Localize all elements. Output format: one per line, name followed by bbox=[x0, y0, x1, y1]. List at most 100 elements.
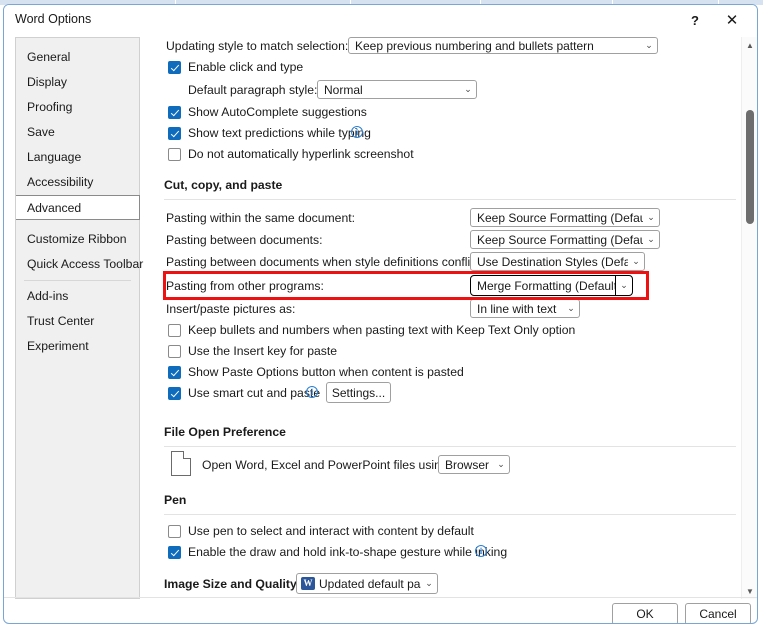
ink-to-shape-gesture-checkbox[interactable] bbox=[168, 546, 181, 559]
help-icon[interactable]: ? bbox=[680, 8, 710, 32]
scroll-up-arrow-icon[interactable]: ▲ bbox=[742, 37, 758, 53]
paste-other-programs-combobox[interactable]: Merge Formatting (Default) ⌄ bbox=[470, 275, 633, 296]
chevron-down-icon: ⌄ bbox=[421, 578, 437, 589]
updating-style-combobox[interactable]: Keep previous numbering and bullets patt… bbox=[348, 37, 658, 54]
file-open-preference-heading: File Open Preference bbox=[164, 425, 286, 439]
sidebar-item-label: Quick Access Toolbar bbox=[27, 257, 143, 271]
sidebar-item-label: Add-ins bbox=[27, 289, 68, 303]
sidebar-item-label: Customize Ribbon bbox=[27, 232, 127, 246]
insert-paste-pictures-combobox[interactable]: In line with text ⌄ bbox=[470, 299, 580, 318]
section-divider bbox=[164, 514, 736, 515]
sidebar: General Display Proofing Save Language A… bbox=[15, 37, 140, 599]
open-files-using-value: Browser bbox=[445, 458, 493, 472]
sidebar-item-customize-ribbon[interactable]: Customize Ribbon bbox=[16, 227, 139, 252]
page-icon bbox=[171, 451, 191, 476]
insert-paste-pictures-value: In line with text bbox=[477, 302, 563, 316]
word-document-icon bbox=[301, 577, 315, 590]
footer-divider bbox=[4, 597, 757, 598]
sidebar-item-experiment[interactable]: Experiment bbox=[16, 334, 139, 359]
show-paste-options-label: Show Paste Options button when content i… bbox=[188, 365, 464, 379]
keep-bullets-numbers-label: Keep bullets and numbers when pasting te… bbox=[188, 323, 575, 337]
open-files-using-combobox[interactable]: Browser ⌄ bbox=[438, 455, 510, 474]
cut-copy-paste-heading: Cut, copy, and paste bbox=[164, 178, 282, 192]
enable-click-and-type-label: Enable click and type bbox=[188, 60, 303, 74]
paste-between-documents-label: Pasting between documents: bbox=[166, 233, 323, 247]
sidebar-item-label: Language bbox=[27, 150, 81, 164]
sidebar-item-quick-access-toolbar[interactable]: Quick Access Toolbar bbox=[16, 252, 139, 277]
close-icon[interactable]: ✕ bbox=[717, 8, 747, 32]
paste-between-documents-combobox[interactable]: Keep Source Formatting (Default) ⌄ bbox=[470, 230, 660, 249]
default-paragraph-style-value: Normal bbox=[324, 83, 460, 97]
show-autocomplete-checkbox[interactable] bbox=[168, 106, 181, 119]
cancel-button[interactable]: Cancel bbox=[685, 603, 751, 624]
paste-within-document-value: Keep Source Formatting (Default) bbox=[477, 211, 643, 225]
sidebar-item-general[interactable]: General bbox=[16, 45, 139, 70]
sidebar-item-language[interactable]: Language bbox=[16, 145, 139, 170]
sidebar-divider bbox=[16, 277, 139, 284]
chevron-down-icon: ⌄ bbox=[641, 40, 657, 51]
sidebar-item-proofing[interactable]: Proofing bbox=[16, 95, 139, 120]
image-size-quality-heading: Image Size and Quality bbox=[164, 577, 297, 591]
content-scrollbar[interactable]: ▲ ▼ bbox=[741, 37, 757, 599]
chevron-down-icon: ⌄ bbox=[615, 276, 632, 295]
use-smart-cut-paste-checkbox[interactable] bbox=[168, 387, 181, 400]
chevron-down-icon: ⌄ bbox=[643, 234, 659, 245]
sidebar-item-label: Accessibility bbox=[27, 175, 93, 189]
sidebar-item-trust-center[interactable]: Trust Center bbox=[16, 309, 139, 334]
section-divider bbox=[164, 199, 736, 200]
paste-between-documents-value: Keep Source Formatting (Default) bbox=[477, 233, 643, 247]
show-autocomplete-label: Show AutoComplete suggestions bbox=[188, 105, 367, 119]
ink-to-shape-gesture-label: Enable the draw and hold ink-to-shape ge… bbox=[188, 545, 507, 559]
use-pen-select-label: Use pen to select and interact with cont… bbox=[188, 524, 474, 538]
sidebar-item-display[interactable]: Display bbox=[16, 70, 139, 95]
use-smart-cut-paste-label: Use smart cut and paste bbox=[188, 386, 320, 400]
sidebar-item-label: Proofing bbox=[27, 100, 72, 114]
image-size-quality-value: Updated default paste option in Word ... bbox=[303, 577, 421, 591]
insert-paste-pictures-label: Insert/paste pictures as: bbox=[166, 302, 295, 316]
sidebar-item-accessibility[interactable]: Accessibility bbox=[16, 170, 139, 195]
sidebar-item-save[interactable]: Save bbox=[16, 120, 139, 145]
keep-bullets-numbers-checkbox[interactable] bbox=[168, 324, 181, 337]
sidebar-item-label: Advanced bbox=[27, 201, 81, 215]
no-auto-hyperlink-checkbox[interactable] bbox=[168, 148, 181, 161]
chevron-down-icon: ⌄ bbox=[643, 212, 659, 223]
paste-style-conflict-combobox[interactable]: Use Destination Styles (Default) ⌄ bbox=[470, 252, 645, 271]
show-text-predictions-checkbox[interactable] bbox=[168, 127, 181, 140]
chevron-down-icon: ⌄ bbox=[493, 459, 509, 470]
paste-within-document-combobox[interactable]: Keep Source Formatting (Default) ⌄ bbox=[470, 208, 660, 227]
chevron-down-icon: ⌄ bbox=[628, 256, 644, 267]
paste-style-conflict-value: Use Destination Styles (Default) bbox=[477, 255, 628, 269]
use-insert-key-label: Use the Insert key for paste bbox=[188, 344, 337, 358]
enable-click-and-type-checkbox[interactable] bbox=[168, 61, 181, 74]
show-paste-options-checkbox[interactable] bbox=[168, 366, 181, 379]
title-bar: Word Options ? ✕ bbox=[4, 5, 757, 34]
use-insert-key-checkbox[interactable] bbox=[168, 345, 181, 358]
sidebar-item-label: Experiment bbox=[27, 339, 89, 353]
default-paragraph-style-label: Default paragraph style: bbox=[188, 83, 317, 97]
show-text-predictions-label: Show text predictions while typing bbox=[188, 126, 371, 140]
sidebar-item-label: Display bbox=[27, 75, 67, 89]
sidebar-item-add-ins[interactable]: Add-ins bbox=[16, 284, 139, 309]
use-pen-select-checkbox[interactable] bbox=[168, 525, 181, 538]
paste-within-document-label: Pasting within the same document: bbox=[166, 211, 355, 225]
page-title: Word Options bbox=[15, 12, 91, 26]
updating-style-value: Keep previous numbering and bullets patt… bbox=[355, 39, 641, 53]
chevron-down-icon: ⌄ bbox=[460, 84, 476, 95]
info-icon[interactable] bbox=[351, 126, 363, 138]
info-icon[interactable] bbox=[475, 545, 487, 557]
updating-style-label: Updating style to match selection: bbox=[166, 39, 348, 53]
section-divider bbox=[164, 446, 736, 447]
sidebar-item-advanced[interactable]: Advanced bbox=[16, 195, 140, 220]
paste-other-programs-label: Pasting from other programs: bbox=[166, 279, 324, 293]
paste-other-programs-value: Merge Formatting (Default) bbox=[477, 279, 615, 293]
default-paragraph-style-combobox[interactable]: Normal ⌄ bbox=[317, 80, 477, 99]
sidebar-item-label: Trust Center bbox=[27, 314, 94, 328]
word-options-dialog: Word Options ? ✕ General Display Proofin… bbox=[3, 4, 758, 624]
info-icon[interactable] bbox=[306, 386, 318, 398]
smart-cut-paste-settings-button[interactable]: Settings... bbox=[326, 382, 391, 403]
pen-heading: Pen bbox=[164, 493, 186, 507]
options-content-pane: Updating style to match selection: Keep … bbox=[152, 37, 736, 599]
ok-button[interactable]: OK bbox=[612, 603, 678, 624]
scrollbar-thumb[interactable] bbox=[746, 110, 754, 224]
image-size-quality-combobox[interactable]: Updated default paste option in Word ...… bbox=[296, 573, 438, 594]
